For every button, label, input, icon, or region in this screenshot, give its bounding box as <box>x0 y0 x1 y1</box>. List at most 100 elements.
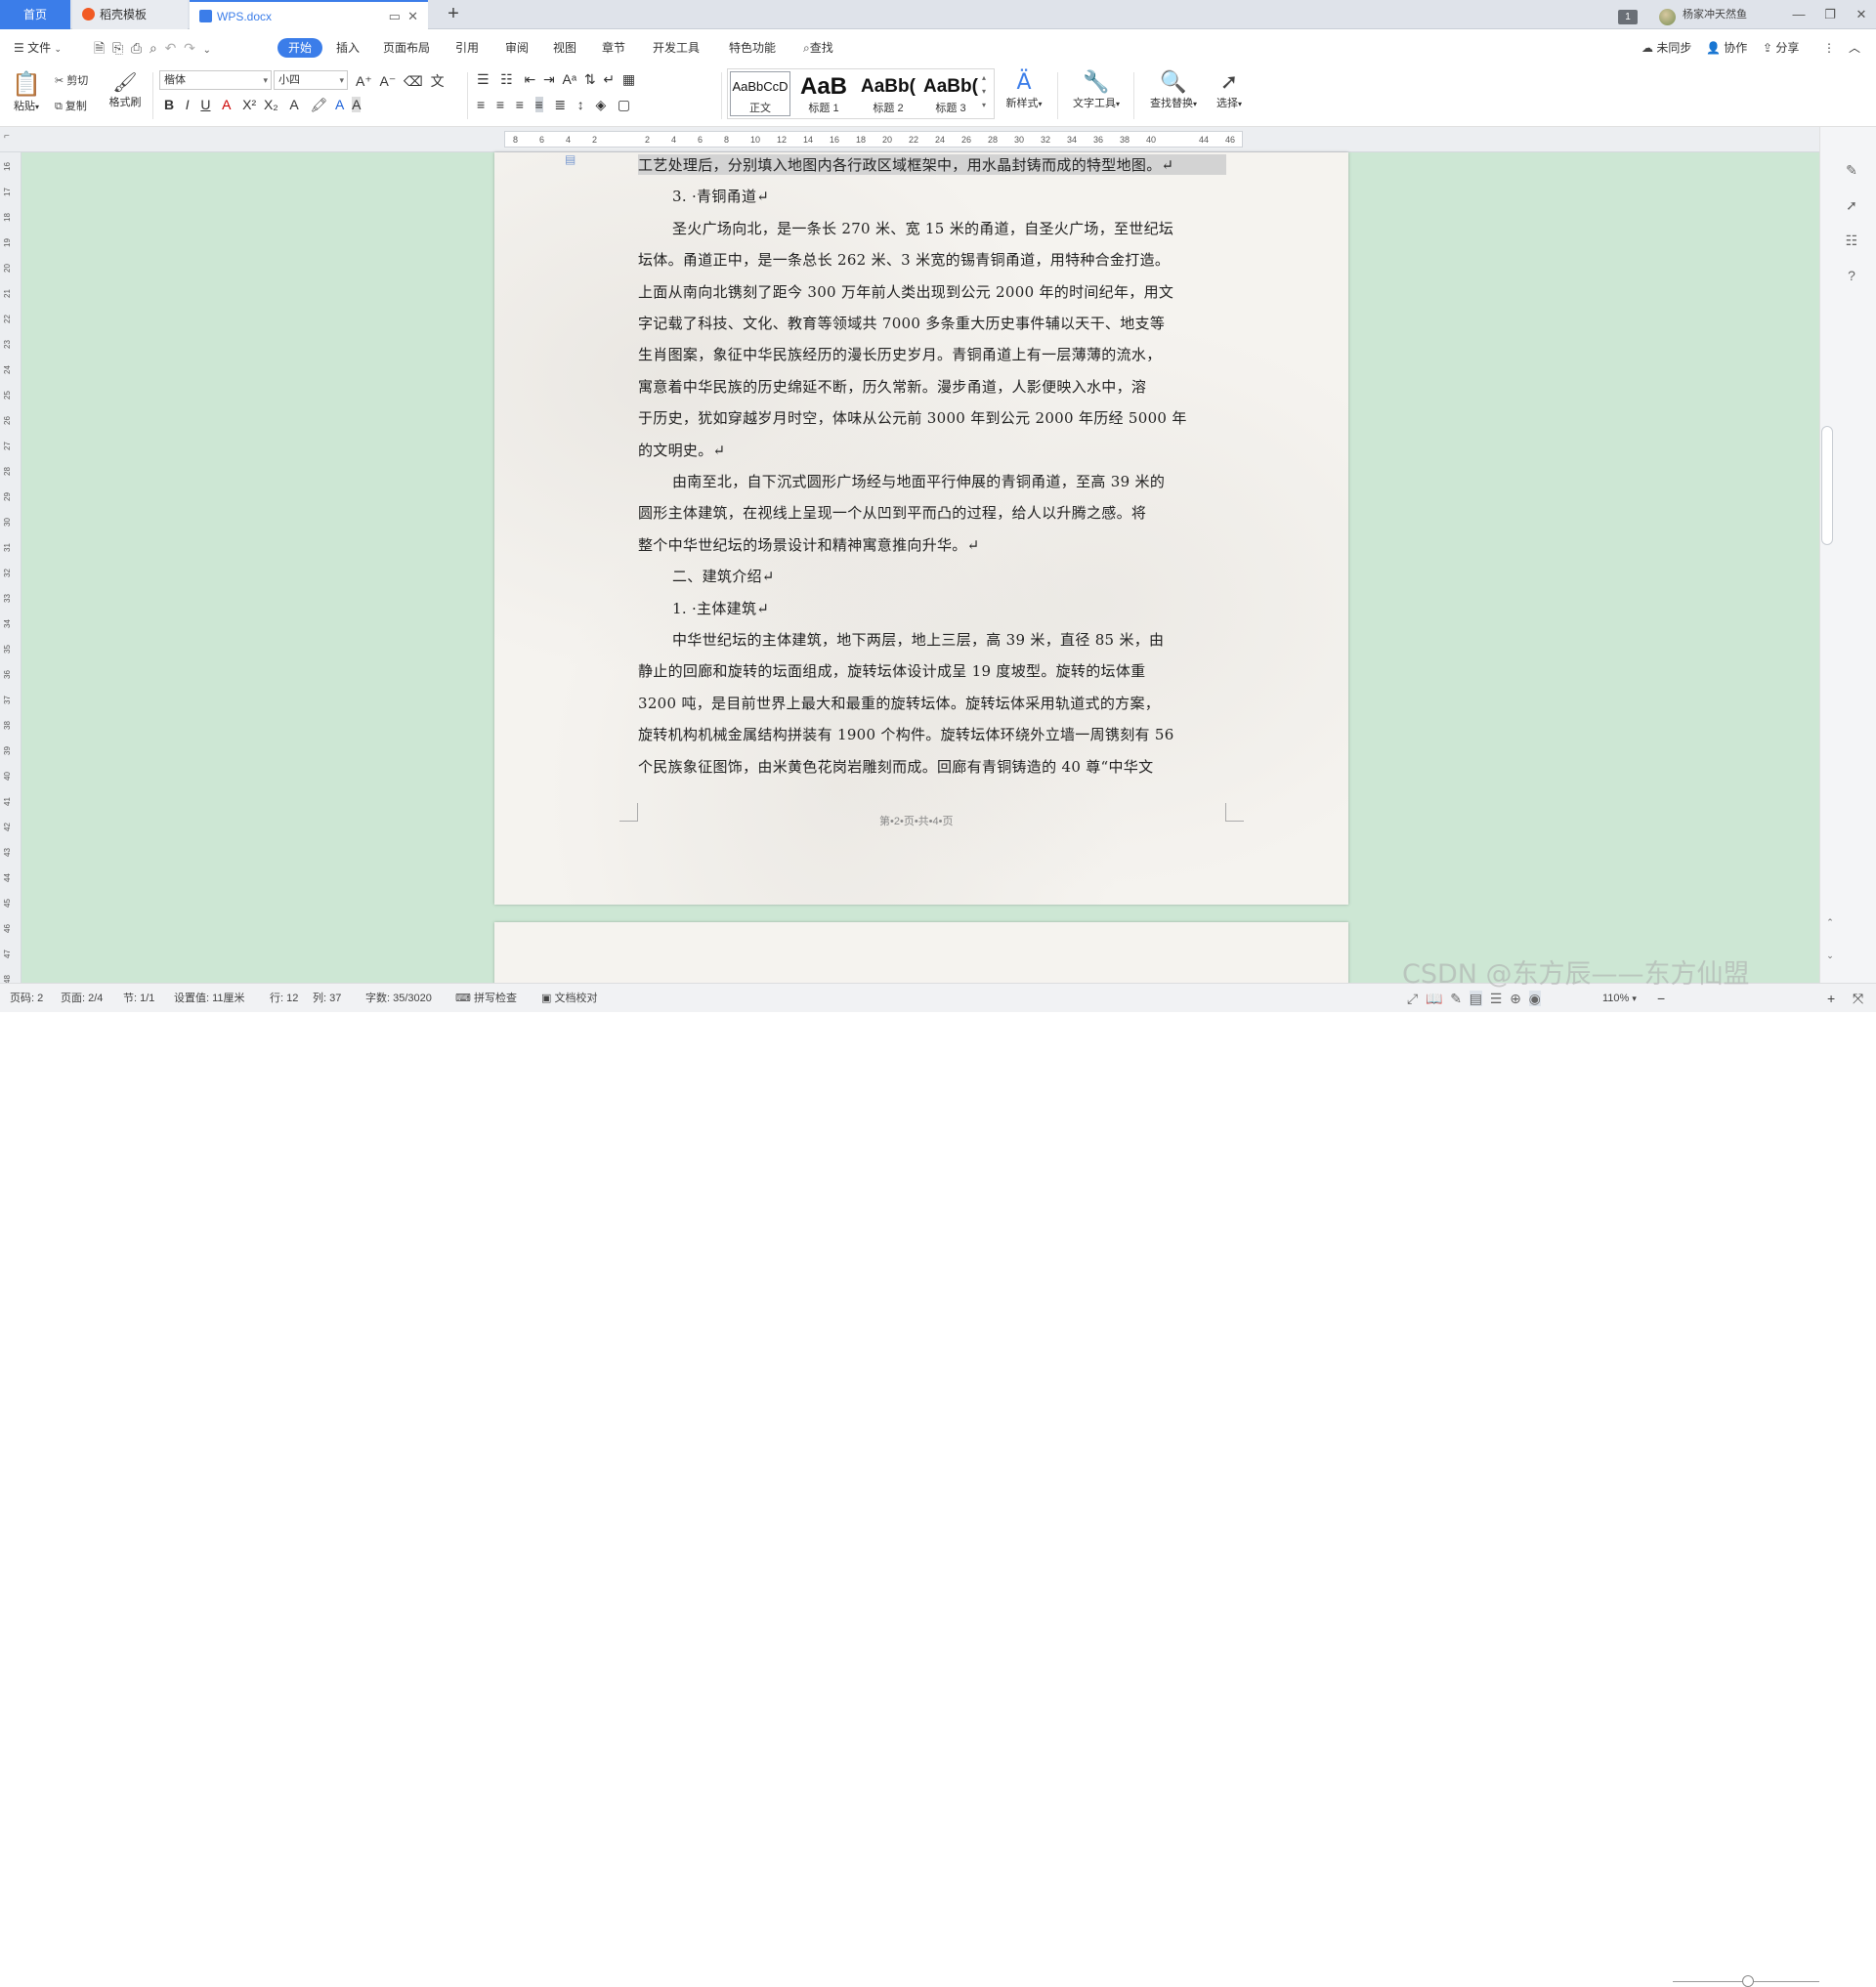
text-line[interactable]: 的文明史。↵ <box>638 440 1226 460</box>
help-icon[interactable]: ? <box>1844 268 1859 283</box>
avatar[interactable] <box>1659 9 1676 25</box>
text-line[interactable]: 整个中华世纪坛的场景设计和精神寓意推向升华。↵ <box>638 534 1226 555</box>
tab-insert[interactable]: 插入 <box>336 29 360 66</box>
table-grid-icon[interactable]: ▦ <box>622 71 635 87</box>
paste-button[interactable]: 📋 粘贴▾ <box>10 70 43 113</box>
tab-special-features[interactable]: 特色功能 <box>729 29 776 66</box>
phonetic-guide-icon[interactable]: 文 <box>431 73 445 89</box>
status-row[interactable]: 行: 12 <box>270 984 298 1013</box>
ruler-scale[interactable]: 8 6 4 2 2 4 6 8 10 12 14 16 18 20 22 24 26 28 30 32 34 36 38 40… <box>504 131 1243 148</box>
close-window-button[interactable]: ✕ <box>1847 0 1876 29</box>
text-line[interactable]: 于历史，犹如穿越岁月时空，体味从公元前 3000 年到公元 2000 年历经 5… <box>638 407 1226 428</box>
more-options-icon[interactable]: ⋮ <box>1823 29 1835 66</box>
print-preview-icon[interactable]: ⌕ <box>149 40 157 56</box>
text-tools-button[interactable]: 🔧 文字工具▾ <box>1067 70 1126 110</box>
search-command[interactable]: ⌕查找 <box>803 29 833 66</box>
shrink-font-icon[interactable]: A⁻ <box>380 73 397 89</box>
tab-view[interactable]: 视图 <box>553 29 576 66</box>
text-line[interactable]: 3200 吨，是目前世界上最大和最重的旋转坛体。旋转坛体采用轨道式的方案， <box>638 693 1226 713</box>
strikethrough-icon[interactable]: A <box>222 97 231 112</box>
align-right-icon[interactable]: ≡ <box>516 97 524 112</box>
char-shading-icon[interactable]: A <box>352 97 362 112</box>
paragraph-marker-icon[interactable]: ▤ <box>565 152 576 166</box>
save-icon[interactable]: 🗎 <box>94 40 105 56</box>
font-name-select[interactable]: 楷体 ▾ <box>159 70 272 90</box>
find-replace-button[interactable]: 🔍 查找替换▾ <box>1143 70 1204 110</box>
cut-button[interactable]: ✂ 剪切 <box>55 72 88 88</box>
menu-file[interactable]: ☰ 文件 ⌄ <box>14 29 62 66</box>
tab-chapter[interactable]: 章节 <box>602 29 625 66</box>
italic-icon[interactable]: I <box>186 97 190 112</box>
spell-check-button[interactable]: ⌨ 拼写检查 <box>455 984 517 1013</box>
justify-icon[interactable]: ≡ <box>534 97 543 112</box>
pen-icon[interactable]: ✎ <box>1844 162 1859 178</box>
new-tab-button[interactable]: + <box>442 0 465 29</box>
tab-close-icon[interactable]: ✕ <box>407 9 418 23</box>
text-line[interactable]: 寓意着中华民族的历史绵延不断，历久常新。漫步甬道，人影便映入水中，溶 <box>638 376 1226 397</box>
tab-template[interactable]: 稻壳模板 <box>72 0 188 29</box>
fit-page-icon[interactable]: ⤧ <box>1853 984 1863 1013</box>
maximize-button[interactable]: ❐ <box>1815 0 1845 29</box>
customize-toolbar-icon[interactable]: ⌄ <box>203 45 211 56</box>
text-line[interactable]: 字记载了科技、文化、教育等领域共 7000 多条重大历史事件辅以天干、地支等 <box>638 313 1226 333</box>
new-style-button[interactable]: Ä 新样式▾ <box>1001 70 1047 110</box>
fullscreen-icon[interactable]: ⤢ <box>1407 991 1418 1006</box>
styles-scroll-icon[interactable]: ▴ ▾ ▾ <box>982 71 986 112</box>
status-page-code[interactable]: 页码: 2 <box>10 984 43 1013</box>
redo-icon[interactable]: ↷ <box>184 40 195 56</box>
subscript-icon[interactable]: X₂ <box>264 97 278 112</box>
copy-button[interactable]: ⧉ 复制 <box>55 98 87 113</box>
style-heading-2[interactable]: AaBb(标题 2 <box>857 71 919 116</box>
zoom-slider-thumb[interactable] <box>1742 1975 1754 1987</box>
format-painter-button[interactable]: 🖌 格式刷 <box>107 70 143 109</box>
export-icon[interactable]: ⎘ <box>112 40 123 56</box>
section-heading[interactable]: 二、建筑介绍↵ <box>672 566 1260 586</box>
tab-page-layout[interactable]: 页面布局 <box>383 29 430 66</box>
text-line[interactable]: 由南至北，自下沉式圆形广场经与地面平行伸展的青铜甬道，至高 39 米的 <box>672 471 1260 491</box>
pointer-icon[interactable]: ➚ <box>1844 197 1859 213</box>
minimize-button[interactable]: — <box>1784 0 1813 29</box>
align-center-icon[interactable]: ≡ <box>496 97 504 112</box>
status-word-count[interactable]: 字数: 35/3020 <box>365 984 432 1013</box>
vertical-scrollbar-thumb[interactable] <box>1821 426 1833 545</box>
sync-status[interactable]: ☁ 未同步 <box>1642 29 1691 66</box>
user-name[interactable]: 杨家冲天然鱼 <box>1683 0 1747 29</box>
select-button[interactable]: ➚ 选择▾ <box>1212 70 1247 110</box>
text-line[interactable]: 个民族象征图饰，由米黄色花岗岩雕刻而成。回廊有青铜铸造的 40 尊“中华文 <box>638 756 1226 777</box>
tab-developer-tools[interactable]: 开发工具 <box>653 29 700 66</box>
tab-reference[interactable]: 引用 <box>455 29 479 66</box>
window-count-badge[interactable]: 1 <box>1618 10 1638 24</box>
page-view-icon[interactable]: ▤ <box>1469 991 1482 1006</box>
style-normal[interactable]: AaBbCcD 正文 <box>730 71 790 116</box>
change-case-icon[interactable]: Aᵃ <box>563 71 577 87</box>
distributed-align-icon[interactable]: ≣ <box>554 97 566 112</box>
edit-mode-icon[interactable]: ✎ <box>1450 991 1462 1006</box>
bullet-list-icon[interactable]: ☰ <box>477 71 490 87</box>
bold-icon[interactable]: B <box>164 97 174 112</box>
font-size-select[interactable]: 小四 ▾ <box>274 70 348 90</box>
horizontal-ruler[interactable]: ⌐ 8 6 4 2 2 4 6 8 10 12 14 16 18 20 22 24 26 28 30 32 34 36 38… <box>0 127 1876 152</box>
section-heading[interactable]: 1. ·主体建筑↵ <box>672 598 1260 618</box>
eye-protection-icon[interactable]: ◉ <box>1528 991 1541 1006</box>
style-heading-3[interactable]: AaBb(标题 3 <box>919 71 982 116</box>
text-line[interactable]: 旋转机构机械金属结构拼装有 1900 个构件。旋转坛体环绕外立墙一周镌刻有 56 <box>638 724 1226 744</box>
tab-stop-selector-icon[interactable]: ⌐ <box>4 131 10 142</box>
shading-icon[interactable]: ◈ <box>595 97 606 112</box>
font-color-icon[interactable]: A <box>335 97 344 112</box>
tab-home[interactable]: 首页 <box>0 0 70 29</box>
reading-mode-icon[interactable]: 📖 <box>1426 991 1442 1006</box>
text-line[interactable]: 圣火广场向北，是一条长 270 米、宽 15 米的甬道，自圣火广场，至世纪坛 <box>672 218 1260 238</box>
scroll-up-icon[interactable]: ⌃ <box>1822 914 1838 930</box>
numbered-list-icon[interactable]: ☷ <box>500 71 513 87</box>
text-line[interactable]: 静止的回廊和旋转的坛面组成，旋转坛体设计成呈 19 度坡型。旋转的坛体重 <box>638 660 1226 681</box>
superscript-icon[interactable]: X² <box>242 97 256 112</box>
share-button[interactable]: ⇪ 分享 <box>1763 29 1799 66</box>
status-col[interactable]: 列: 37 <box>313 984 341 1013</box>
text-line[interactable]: 圆形主体建筑，在视线上呈现一个从凹到平而凸的过程，给人以升腾之感。将 <box>638 502 1226 523</box>
text-line[interactable]: 上面从南向北镌刻了距今 300 万年前人类出现到公元 2000 年的时间纪年，用… <box>638 281 1226 302</box>
underline-icon[interactable]: U <box>200 97 210 112</box>
grow-font-icon[interactable]: A⁺ <box>356 73 372 89</box>
adjust-icon[interactable]: ☷ <box>1844 233 1859 248</box>
clear-format-icon[interactable]: ⌫ <box>404 73 423 89</box>
align-left-icon[interactable]: ≡ <box>477 97 485 112</box>
